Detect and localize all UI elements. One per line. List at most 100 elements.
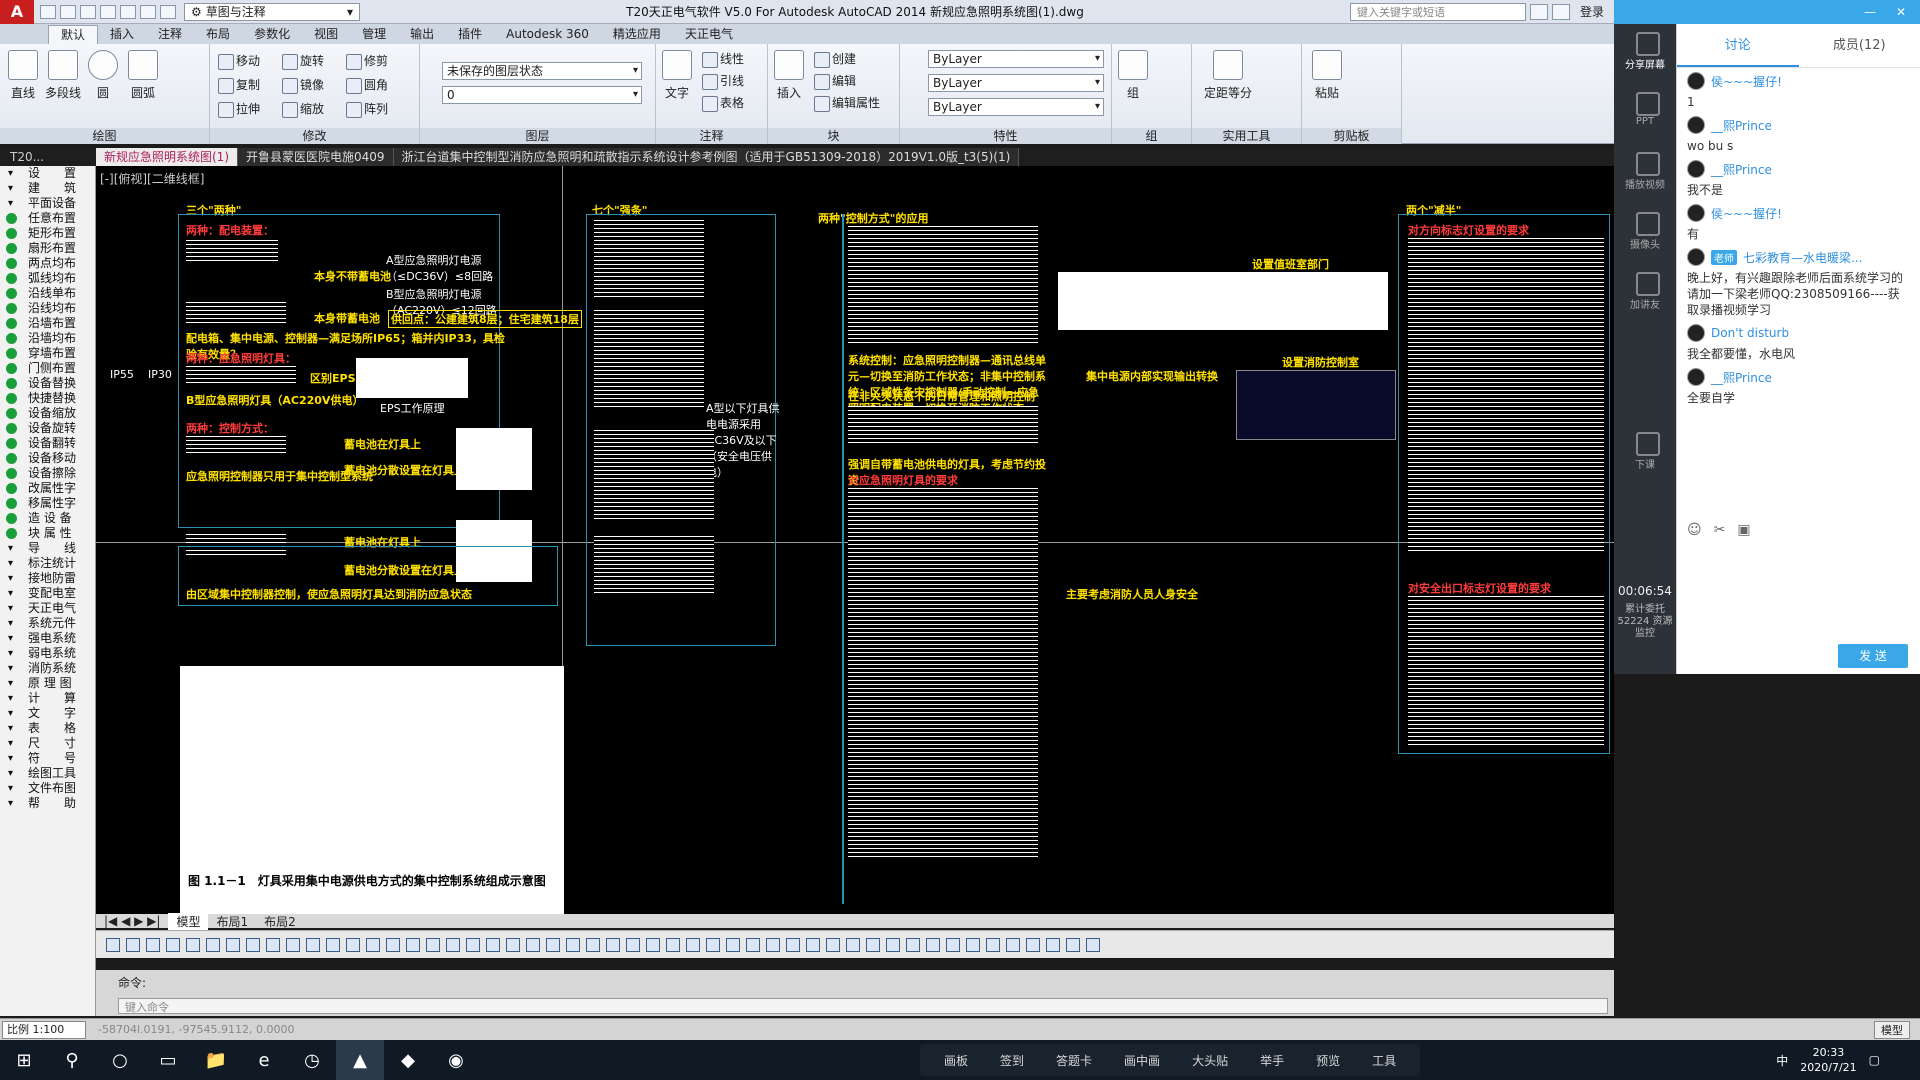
edge-icon[interactable]: e [240,1040,288,1080]
palette-item[interactable]: 门侧布置 [0,361,95,376]
modify-panel-title[interactable]: 修改 [210,128,419,144]
utilities-panel-title[interactable]: 实用工具 [1192,128,1301,144]
tool-icon[interactable] [746,937,760,952]
tool-icon[interactable] [446,937,460,952]
tab-parametric[interactable]: 参数化 [242,25,302,44]
live-app-icon[interactable]: ◆ [384,1040,432,1080]
tab-featured-apps[interactable]: 精选应用 [601,25,673,44]
autocad-icon[interactable]: ▲ [336,1040,384,1080]
palette-item[interactable]: 系统元件 [0,616,95,631]
tool-icon[interactable] [206,937,220,952]
polyline-button[interactable]: 多段线 [44,50,82,101]
palette-item[interactable]: 接地防雷 [0,571,95,586]
class-tool-button[interactable]: 预览 [1300,1052,1356,1069]
palette-item[interactable]: 任意布置 [0,211,95,226]
palette-item[interactable]: 设 置 [0,166,95,181]
ppt-button[interactable]: PPT [1614,84,1676,144]
tool-icon[interactable] [246,937,260,952]
undo-icon[interactable] [140,4,156,19]
paste-button[interactable]: 粘贴 [1308,50,1346,101]
group-button[interactable]: 组 [1114,50,1152,101]
autocad-logo-button[interactable]: A [0,0,34,24]
copy-button[interactable]: 复制 [216,76,260,94]
palette-item[interactable]: 设备擦除 [0,466,95,481]
tool-icon[interactable] [766,937,780,952]
notification-icon[interactable]: ▢ [1869,1053,1880,1067]
palette-item[interactable]: 原 理 图 [0,676,95,691]
tool-icon[interactable] [826,937,840,952]
palette-item[interactable]: 设备缩放 [0,406,95,421]
tool-icon[interactable] [1026,937,1040,952]
linetype-dropdown[interactable]: ByLayer [928,74,1104,92]
tool-icon[interactable] [546,937,560,952]
tool-icon[interactable] [106,937,120,952]
palette-item[interactable]: 设备翻转 [0,436,95,451]
linear-dim-button[interactable]: 线性 [700,50,744,68]
help-search-input[interactable]: 键入关键字或短语 [1349,2,1526,21]
workspace-switcher[interactable]: ⚙ 草图与注释 ▾ [184,2,360,21]
tab-output[interactable]: 输出 [398,25,446,44]
class-tool-button[interactable]: 举手 [1244,1052,1300,1069]
clipboard-panel-title[interactable]: 剪贴板 [1302,128,1401,144]
tab-insert[interactable]: 插入 [98,25,146,44]
nav-arrows[interactable]: |◀ ◀ ▶ ▶| [96,914,168,928]
scissors-icon[interactable]: ✂ [1714,522,1726,538]
leader-button[interactable]: 引线 [700,72,744,90]
palette-item[interactable]: 计 算 [0,691,95,706]
chrome-icon[interactable]: ◉ [432,1040,480,1080]
tool-icon[interactable] [886,937,900,952]
table-button[interactable]: 表格 [700,94,744,112]
mirror-button[interactable]: 镜像 [280,76,324,94]
class-tool-button[interactable]: 大头贴 [1176,1052,1244,1069]
palette-item[interactable]: 造 设 备 [0,511,95,526]
task-view-icon[interactable]: ▭ [144,1040,192,1080]
trim-button[interactable]: 修剪 [344,52,388,70]
doc-tab-reference[interactable]: 浙江台道集中控制型消防应急照明和疏散指示系统设计参考例图（适用于GB51309-… [393,148,1020,166]
layers-panel-title[interactable]: 图层 [420,128,655,144]
doc-tab-emergency-lighting[interactable]: 新规应急照明系统图(1) [96,148,238,166]
tab-model[interactable]: 模型 [168,912,209,930]
tool-icon[interactable] [146,937,160,952]
tool-icon[interactable] [1046,937,1060,952]
tool-icon[interactable] [666,937,680,952]
palette-item[interactable]: 导 线 [0,541,95,556]
block-panel-title[interactable]: 块 [768,128,899,144]
palette-item[interactable]: 弧线均布 [0,271,95,286]
tab-view[interactable]: 视图 [302,25,350,44]
tool-icon[interactable] [686,937,700,952]
new-file-icon[interactable] [40,4,56,19]
tab-default[interactable]: 默认 [48,25,99,44]
properties-panel-title[interactable]: 特性 [900,128,1111,144]
palette-item[interactable]: 移属性字 [0,496,95,511]
class-tool-button[interactable]: 答题卡 [1040,1052,1108,1069]
lineweight-dropdown[interactable]: ByLayer [928,98,1104,116]
tool-icon[interactable] [486,937,500,952]
palette-item[interactable]: 扇形布置 [0,241,95,256]
palette-item[interactable]: 沿墙均布 [0,331,95,346]
tool-icon[interactable] [586,937,600,952]
minimize-icon[interactable]: — [1864,5,1876,19]
tool-icon[interactable] [646,937,660,952]
array-button[interactable]: 阵列 [344,100,388,118]
tool-icon[interactable] [386,937,400,952]
class-tool-button[interactable]: 工具 [1356,1052,1412,1069]
palette-item[interactable]: 穿墙布置 [0,346,95,361]
tool-icon[interactable] [726,937,740,952]
class-tool-button[interactable]: 画板 [928,1052,984,1069]
palette-item[interactable]: 变配电室 [0,586,95,601]
tab-layout2[interactable]: 布局2 [256,913,304,930]
doc-tab-hospital[interactable]: 开鲁县蒙医医院电施0409 [238,148,394,166]
palette-item[interactable]: 平面设备 [0,196,95,211]
color-dropdown[interactable]: ByLayer [928,50,1104,68]
palette-item[interactable]: 快捷替换 [0,391,95,406]
tool-icon[interactable] [266,937,280,952]
palette-item[interactable]: 帮 助 [0,796,95,811]
class-tool-button[interactable]: 画中画 [1108,1052,1176,1069]
tool-icon[interactable] [986,937,1000,952]
stretch-button[interactable]: 拉伸 [216,100,260,118]
palette-item[interactable]: 建 筑 [0,181,95,196]
tool-icon[interactable] [326,937,340,952]
clock-app-icon[interactable]: ◷ [288,1040,336,1080]
tool-icon[interactable] [1006,937,1020,952]
tool-icon[interactable] [526,937,540,952]
